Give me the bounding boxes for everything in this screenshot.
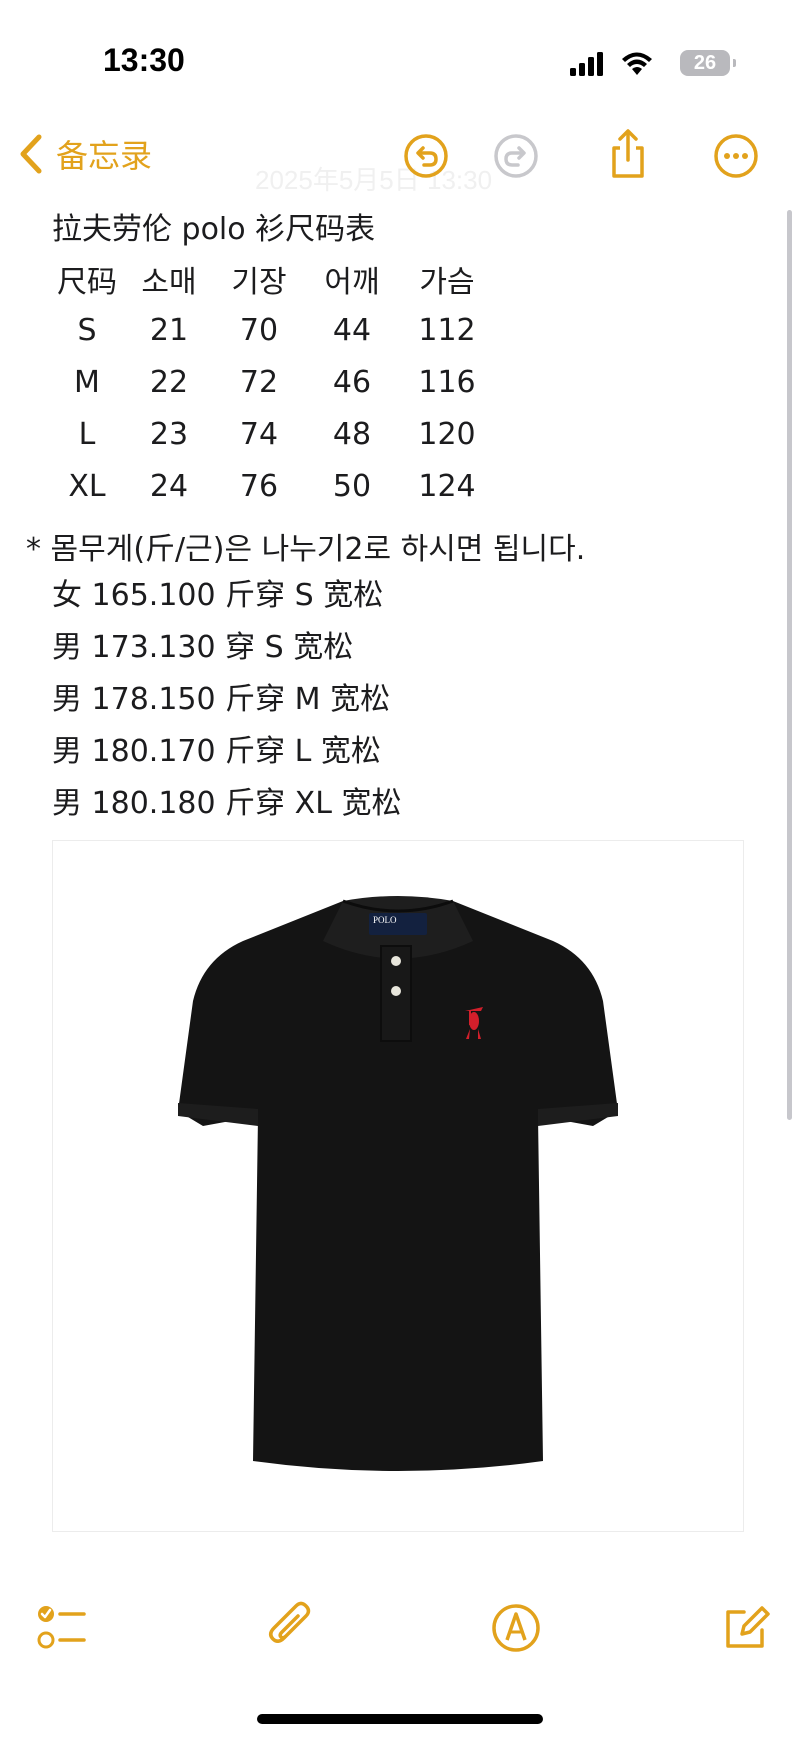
cell-size: M bbox=[74, 364, 100, 400]
wifi-icon bbox=[622, 52, 652, 75]
product-image[interactable]: POLO bbox=[52, 840, 744, 1532]
cell-size: S bbox=[77, 312, 97, 348]
table-row: XL 24 76 50 124 bbox=[52, 460, 732, 512]
redo-button[interactable] bbox=[492, 132, 540, 180]
share-icon bbox=[612, 129, 644, 178]
back-button[interactable]: 备忘录 bbox=[18, 132, 152, 176]
header-size: 尺码 bbox=[57, 265, 117, 300]
list-item: 男 173.130 穿 S 宽松 bbox=[52, 630, 354, 665]
cell-chest: 120 bbox=[418, 416, 476, 452]
paperclip-icon bbox=[269, 1601, 311, 1643]
header-sleeve: 소매 bbox=[141, 265, 197, 300]
more-icon bbox=[714, 134, 758, 178]
cell-size: XL bbox=[68, 468, 106, 504]
fit-list: 女 165.100 斤穿 S 宽松 男 173.130 穿 S 宽松 男 178… bbox=[52, 570, 401, 830]
cell-chest: 116 bbox=[418, 364, 476, 400]
checklist-button[interactable] bbox=[34, 1600, 90, 1656]
redo-icon bbox=[494, 134, 538, 178]
share-button[interactable] bbox=[604, 128, 652, 178]
back-label: 备忘录 bbox=[56, 137, 153, 175]
list-item: 男 178.150 斤穿 M 宽松 bbox=[52, 682, 391, 717]
home-indicator[interactable] bbox=[257, 1714, 543, 1724]
note-date: 2025年5月5日 13:30 bbox=[255, 165, 493, 195]
size-table-header: 尺码 소매 기장 어깨 가슴 bbox=[52, 254, 732, 304]
checklist-icon bbox=[37, 1606, 86, 1649]
battery-indicator: 26 bbox=[680, 50, 736, 76]
table-row: S 21 70 44 112 bbox=[52, 304, 732, 356]
markup-icon bbox=[492, 1604, 540, 1652]
cell-shoulder: 50 bbox=[332, 468, 372, 504]
neck-label-text: POLO bbox=[373, 915, 397, 925]
cell-shoulder: 48 bbox=[332, 416, 372, 452]
markup-button[interactable] bbox=[488, 1600, 544, 1656]
undo-icon bbox=[404, 134, 448, 178]
undo-button[interactable] bbox=[402, 132, 450, 180]
compose-icon bbox=[726, 1606, 770, 1648]
cell-shoulder: 46 bbox=[332, 364, 372, 400]
status-time: 13:30 bbox=[103, 42, 185, 78]
note-title: 拉夫劳伦 polo 衫尺码表 bbox=[52, 212, 376, 247]
list-item: 男 180.180 斤穿 XL 宽松 bbox=[52, 786, 402, 821]
cell-length: 76 bbox=[239, 468, 279, 504]
compose-button[interactable] bbox=[718, 1600, 774, 1656]
cell-length: 70 bbox=[239, 312, 279, 348]
more-button[interactable] bbox=[712, 132, 760, 180]
header-shoulder: 어깨 bbox=[324, 265, 380, 300]
cell-chest: 124 bbox=[418, 468, 476, 504]
cell-sleeve: 21 bbox=[149, 312, 189, 348]
cell-sleeve: 22 bbox=[149, 364, 189, 400]
weight-remark: * 몸무게(斤/근)은 나누기2로 하시면 됩니다. bbox=[26, 532, 586, 567]
cell-size: L bbox=[78, 416, 96, 452]
cell-sleeve: 23 bbox=[149, 416, 189, 452]
scrollbar[interactable] bbox=[787, 210, 792, 1120]
cell-shoulder: 44 bbox=[332, 312, 372, 348]
note-body[interactable]: 拉夫劳伦 polo 衫尺码表 尺码 소매 기장 어깨 가슴 S 21 70 44… bbox=[52, 208, 732, 512]
list-item: 男 180.170 斤穿 L 宽松 bbox=[52, 734, 381, 769]
attach-button[interactable] bbox=[262, 1600, 318, 1656]
header-length: 기장 bbox=[231, 265, 287, 300]
size-table: 尺码 소매 기장 어깨 가슴 S 21 70 44 112 M 22 72 46… bbox=[52, 254, 732, 512]
cell-sleeve: 24 bbox=[149, 468, 189, 504]
status-icons: 26 bbox=[570, 48, 736, 82]
cell-length: 74 bbox=[239, 416, 279, 452]
header-chest: 가슴 bbox=[419, 265, 475, 300]
list-item: 女 165.100 斤穿 S 宽松 bbox=[52, 578, 384, 613]
chevron-left-icon bbox=[20, 134, 42, 174]
table-row: M 22 72 46 116 bbox=[52, 356, 732, 408]
cell-length: 72 bbox=[239, 364, 279, 400]
polo-shirt-illustration bbox=[178, 896, 618, 1471]
cell-chest: 112 bbox=[418, 312, 476, 348]
table-row: L 23 74 48 120 bbox=[52, 408, 732, 460]
cellular-signal-icon bbox=[570, 52, 603, 76]
